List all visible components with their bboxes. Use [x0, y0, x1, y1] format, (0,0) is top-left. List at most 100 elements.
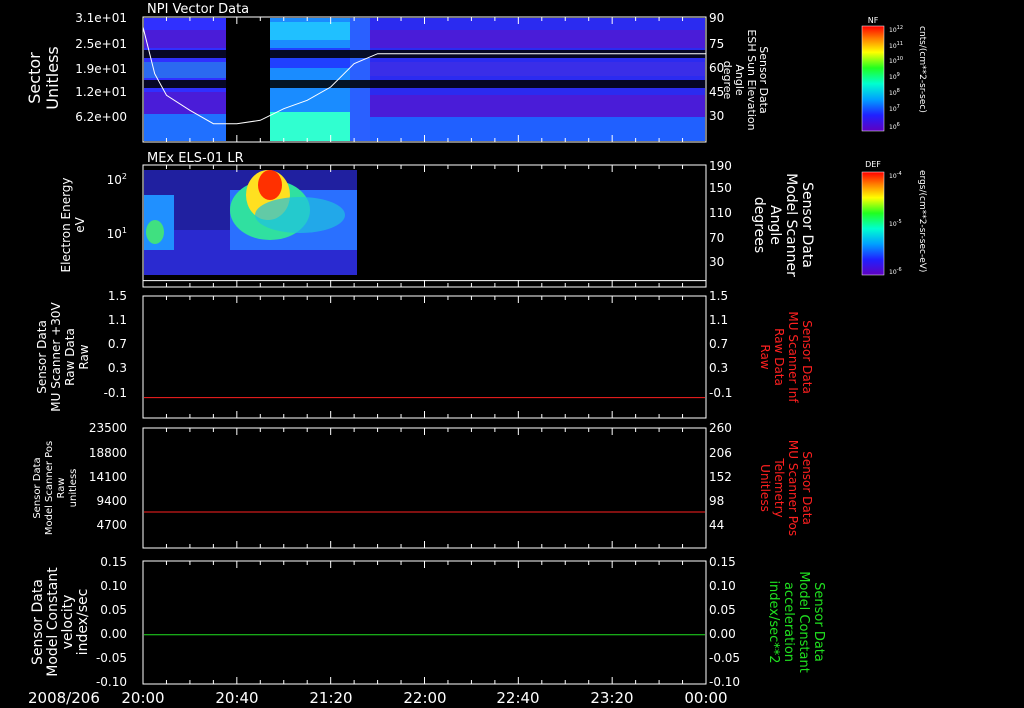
- tick-label: 75: [709, 37, 724, 51]
- tick-label: 0.15: [709, 555, 736, 569]
- panel-4-right-ticks: 260 206 152 98 44: [709, 421, 732, 532]
- panel-1-left-ticks: 3.1e+01 2.5e+01 1.9e+01 1.2e+01 6.2e+00: [75, 11, 127, 124]
- tick-label: 0.10: [100, 579, 127, 593]
- tick-label: 1.5: [709, 289, 728, 303]
- axis-label-line: Telemetry: [772, 457, 786, 517]
- axis-label-line: Sensor Data: [800, 320, 814, 394]
- tick-label: 1.2e+01: [75, 85, 127, 99]
- tick-label: 98: [709, 494, 724, 508]
- tick-label: 0.3: [108, 361, 127, 375]
- tick-label: 2.5e+01: [75, 37, 127, 51]
- panel-4-right-label: Sensor Data MU Scanner Pos Telemetry Uni…: [758, 440, 814, 536]
- panel-5-frame: [142, 560, 707, 685]
- tick-label: 0.7: [108, 337, 127, 351]
- panel-2-left-label: Electron Energy eV: [59, 177, 87, 272]
- axis-label-line: Sensor Data: [30, 579, 46, 665]
- tick-label: 90: [709, 11, 724, 25]
- panel-3-right-label: Sensor Data MU Scanner Inf Raw Data Raw: [758, 311, 814, 403]
- colorbar-tick: 1012: [889, 25, 903, 34]
- tick-label: 0.05: [100, 603, 127, 617]
- time-tick-label: 22:40: [496, 689, 539, 707]
- tick-label: 150: [709, 181, 732, 195]
- axis-label-line: Electron Energy: [59, 177, 73, 272]
- colorbar-tick: 10-5: [889, 219, 902, 228]
- colorbar-tick: 10-6: [889, 267, 902, 276]
- axis-label-line: Raw: [56, 477, 67, 498]
- tick-label: 110: [709, 206, 732, 220]
- time-tick-label: 20:40: [215, 689, 258, 707]
- def-colorbar: DEF 10-4 10-5 10-6 ergs/(cm**2-sr-sec-eV…: [861, 160, 927, 276]
- panel-4-left-label: Sensor Data Model Scanner Pos Raw unitle…: [32, 441, 79, 535]
- tick-label: 70: [709, 231, 724, 245]
- def-colorbar-units: ergs/(cm**2-sr-sec-eV): [917, 170, 927, 272]
- axis-label-line: Unitless: [43, 46, 62, 110]
- panel-3-left-label: Sensor Data MU Scanner +30V Raw Data Raw: [35, 302, 91, 412]
- tick-label: -0.05: [96, 651, 127, 665]
- tick-label: 1.1: [108, 313, 127, 327]
- panel-5-left-ticks: 0.15 0.10 0.05 0.00 -0.05 -0.10: [96, 555, 127, 689]
- axis-label-line: Raw: [77, 344, 91, 369]
- nf-colorbar: NF 1012 1011 1010 109 108 107 106 cnts/(…: [861, 16, 927, 132]
- colorbar-tick: 108: [889, 88, 900, 97]
- multi-panel-plot: NPI Vector Data MEx ELS-01 LR 3.1e+01 2.…: [25, 2, 927, 707]
- axis-label-line: Sector: [25, 52, 44, 104]
- tick-label: 101: [107, 226, 127, 241]
- axis-label-line: velocity: [60, 595, 76, 650]
- panel-2-right-ticks: 190 150 110 70 30: [709, 159, 732, 269]
- tick-label: 1.5: [108, 289, 127, 303]
- tick-label: 1.9e+01: [75, 62, 127, 76]
- time-tick-label: 21:20: [309, 689, 352, 707]
- time-axis-ticks: 20:00 20:40 21:20 22:00 22:40 23:20 00:0…: [121, 689, 727, 707]
- time-tick-label: 00:00: [684, 689, 727, 707]
- time-tick-label: 22:00: [403, 689, 446, 707]
- date-label: 2008/206: [28, 689, 100, 707]
- axis-label-line: Sensor Data: [799, 182, 815, 268]
- tick-label: 0.15: [100, 555, 127, 569]
- tick-label: 0.05: [709, 603, 736, 617]
- axis-label-line: unitless: [68, 469, 79, 508]
- axis-label-line: Model Constant: [45, 567, 61, 677]
- tick-label: 44: [709, 518, 724, 532]
- tick-label: 0.00: [100, 627, 127, 641]
- axis-label-line: acceleration: [781, 582, 796, 662]
- tick-label: 6.2e+00: [75, 110, 127, 124]
- tick-label: 3.1e+01: [75, 11, 127, 25]
- els-spectrogram: [144, 170, 357, 275]
- axis-label-line: degrees: [751, 197, 767, 253]
- tick-label: 30: [709, 255, 724, 269]
- tick-label: -0.05: [709, 651, 740, 665]
- nf-colorbar-label: NF: [868, 16, 879, 25]
- tick-label: -0.10: [709, 675, 740, 689]
- colorbar-tick: 109: [889, 72, 900, 81]
- tick-label: 23500: [89, 421, 127, 435]
- axis-label-line: MU Scanner Inf: [786, 311, 800, 403]
- axis-label-line: Model Scanner Pos: [44, 441, 55, 535]
- tick-label: 18800: [89, 446, 127, 460]
- axis-label-line: Raw: [758, 344, 772, 369]
- axis-label-line: Unitless: [758, 464, 772, 512]
- nf-colorbar-gradient: [861, 25, 885, 132]
- axis-label-line: Sensor Data: [800, 451, 814, 525]
- panel-2-title: MEx ELS-01 LR: [147, 151, 244, 166]
- axis-label-line: Angle: [767, 205, 783, 245]
- panel-5-right-label: Sensor Data Model Constant acceleration …: [766, 571, 826, 673]
- panel-3-left-ticks: 1.5 1.1 0.7 0.3 -0.1: [104, 289, 127, 400]
- colorbar-tick: 10-4: [889, 171, 902, 180]
- panel-5-left-label: Sensor Data Model Constant velocity inde…: [30, 567, 91, 677]
- tick-label: 1.1: [709, 313, 728, 327]
- tick-label: 102: [107, 172, 127, 187]
- panel-4-left-ticks: 23500 18800 14100 9400 4700: [89, 421, 127, 532]
- npi-heatmap: [144, 18, 705, 141]
- axis-label-line: Sensor Data: [811, 582, 826, 662]
- tick-label: 190: [709, 159, 732, 173]
- panel-1-left-label: Sector Unitless: [25, 46, 62, 110]
- axis-label-line: Sensor Data: [35, 320, 49, 394]
- axis-label-line: MU Scanner +30V: [49, 302, 63, 412]
- colorbar-tick: 1011: [889, 41, 903, 50]
- panel-2-right-label: Sensor Data Model Scanner Angle degrees: [751, 173, 815, 277]
- panel-5-right-ticks: 0.15 0.10 0.05 0.00 -0.05 -0.10: [709, 555, 740, 689]
- tick-label: 0.7: [709, 337, 728, 351]
- panel-1-title: NPI Vector Data: [147, 2, 249, 17]
- time-tick-label: 23:20: [590, 689, 633, 707]
- def-colorbar-label: DEF: [865, 160, 881, 169]
